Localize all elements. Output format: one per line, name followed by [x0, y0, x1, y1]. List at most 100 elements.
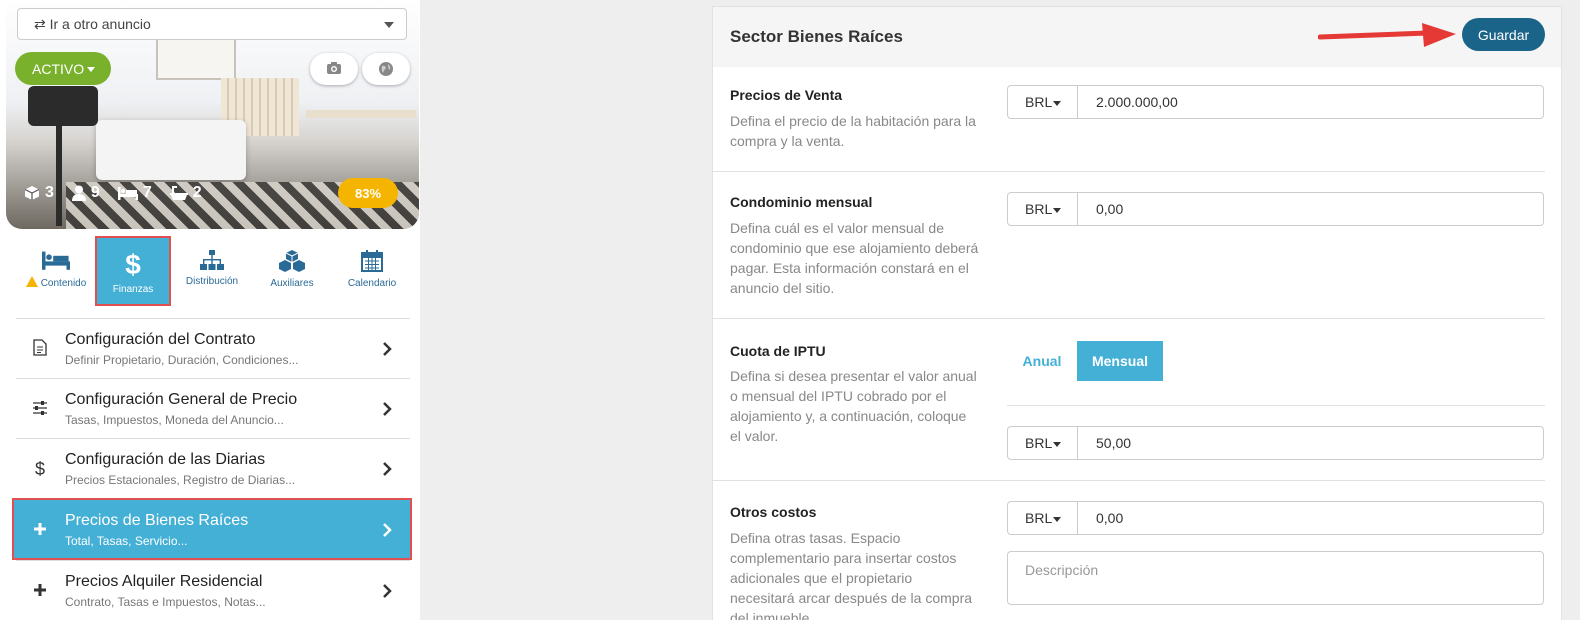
tab-calendario-label: Calendario	[347, 278, 397, 289]
tab-calendario[interactable]: Calendario	[334, 238, 410, 304]
menu-item-alquiler[interactable]: Precios Alquiler Residencial Contrato, T…	[16, 560, 410, 620]
condo-desc: Defina cuál es el valor mensual de condo…	[730, 220, 979, 296]
currency-label: BRL	[1025, 94, 1053, 110]
currency-dropdown[interactable]: BRL	[1008, 427, 1078, 459]
iptu-monthly-toggle[interactable]: Mensual	[1077, 341, 1163, 381]
sale-price-input-group: BRL 2.000.000,00	[1007, 85, 1544, 119]
desk	[306, 110, 416, 118]
svg-text:$: $	[125, 250, 141, 278]
caret-down-icon	[1053, 442, 1061, 447]
save-button[interactable]: Guardar	[1462, 18, 1545, 51]
menu-item-subtitle: Total, Tasas, Servicio...	[65, 534, 188, 548]
camera	[28, 86, 98, 126]
panel-header: Sector Bienes Raíces Guardar	[713, 7, 1561, 67]
baths-value: 2	[192, 184, 202, 201]
menu-item-subtitle: Tasas, Impuestos, Moneda del Anuncio...	[65, 413, 284, 427]
caret-down-icon	[1053, 101, 1061, 106]
divider	[713, 480, 1545, 481]
menu-item-title: Configuración General de Precio	[65, 391, 298, 408]
photos-button[interactable]	[310, 53, 358, 85]
listing-stats: 3 9 7 2	[24, 184, 202, 202]
chevron-right-icon	[383, 523, 392, 537]
other-costs-input[interactable]: 0,00	[1096, 510, 1123, 526]
tab-contenido-label: Contenido	[18, 276, 94, 289]
description-placeholder: Descripción	[1025, 562, 1099, 578]
status-label: ACTIVO	[32, 61, 85, 77]
iptu-title: Cuota de IPTU	[730, 343, 826, 359]
tab-auxiliares[interactable]: Auxiliares	[254, 238, 330, 304]
iptu-annual-toggle[interactable]: Anual	[1009, 341, 1075, 381]
sale-price-input[interactable]: 2.000.000,00	[1096, 94, 1178, 110]
completion-badge: 83%	[338, 178, 398, 208]
bed-icon	[42, 251, 70, 270]
beds-value: 7	[142, 184, 152, 201]
menu-item-title: Configuración de las Diarias	[65, 451, 266, 468]
calendar-icon	[361, 250, 383, 272]
bathtub-icon	[169, 186, 188, 200]
status-dropdown[interactable]: ACTIVO	[15, 52, 111, 85]
iptu-input[interactable]: 50,00	[1096, 435, 1131, 451]
goto-listing-select[interactable]: ⇄ Ir a otro anuncio	[17, 8, 407, 40]
tab-contenido[interactable]: Contenido	[18, 238, 94, 304]
plus-icon	[30, 520, 50, 540]
cubes-icon	[279, 250, 305, 272]
currency-label: BRL	[1025, 435, 1053, 451]
currency-dropdown[interactable]: BRL	[1008, 193, 1078, 225]
website-button[interactable]	[362, 53, 410, 85]
condo-input-group: BRL 0,00	[1007, 192, 1544, 226]
chevron-right-icon	[383, 402, 392, 416]
menu-item-title: Precios Alquiler Residencial	[65, 573, 263, 590]
tab-auxiliares-label: Auxiliares	[270, 278, 314, 289]
arrow-annotation-icon	[1318, 23, 1456, 47]
currency-dropdown[interactable]: BRL	[1008, 86, 1078, 118]
tab-finanzas[interactable]: $ Finanzas	[95, 236, 171, 306]
tab-contenido-text: Contenido	[40, 278, 87, 289]
dollar-icon: $	[125, 250, 141, 278]
tab-distribucion-label: Distribución	[185, 276, 239, 287]
sliders-icon	[30, 399, 50, 419]
menu-item-title: Precios de Bienes Raíces	[65, 512, 249, 529]
caret-down-icon	[1053, 208, 1061, 213]
bed-icon	[117, 187, 138, 200]
camera-icon	[327, 62, 341, 74]
user-icon	[71, 185, 86, 201]
dollar-icon: $	[34, 459, 45, 479]
iptu-input-group: BRL 50,00	[1007, 426, 1544, 460]
sitemap-icon	[200, 250, 224, 270]
units-value: 3	[45, 184, 54, 201]
menu-item-diarias[interactable]: $ Configuración de las Diarias Precios E…	[16, 438, 410, 498]
other-costs-description[interactable]: Descripción	[1007, 551, 1544, 605]
currency-dropdown[interactable]: BRL	[1008, 502, 1078, 534]
menu-item-subtitle: Definir Propietario, Duración, Condicion…	[65, 353, 299, 367]
menu-item-bienes-raices[interactable]: Precios de Bienes Raíces Total, Tasas, S…	[12, 498, 412, 560]
caret-down-icon	[1053, 517, 1061, 522]
warning-icon	[25, 276, 38, 287]
bed	[96, 120, 246, 180]
iptu-desc: Defina si desea presentar el valor anual…	[730, 368, 977, 444]
other-costs-input-group: BRL 0,00	[1007, 501, 1544, 535]
globe-icon	[379, 62, 393, 76]
guests-value: 9	[90, 184, 100, 201]
sale-price-title: Precios de Venta	[730, 87, 843, 103]
currency-label: BRL	[1025, 201, 1053, 217]
document-icon	[30, 339, 50, 359]
plus-icon	[30, 581, 50, 601]
tab-finanzas-label: Finanzas	[112, 284, 154, 295]
condo-input[interactable]: 0,00	[1096, 201, 1123, 217]
cube-icon	[24, 186, 40, 200]
tab-distribucion[interactable]: Distribución	[174, 238, 250, 304]
currency-label: BRL	[1025, 510, 1053, 526]
guests-stat: 9	[71, 184, 100, 202]
panel-title: Sector Bienes Raíces	[730, 27, 903, 46]
condo-title: Condominio mensual	[730, 194, 873, 210]
listing-sidebar: ⇄ Ir a otro anuncio ACTIVO 3 9 7 2 83% C…	[0, 0, 420, 620]
menu-item-contrato[interactable]: Configuración del Contrato Definir Propi…	[16, 318, 410, 378]
chevron-right-icon	[383, 342, 392, 356]
real-estate-panel: Sector Bienes Raíces Guardar Precios de …	[712, 6, 1562, 620]
other-costs-desc: Defina otras tasas. Espacio complementar…	[730, 530, 973, 620]
divider	[713, 318, 1545, 319]
goto-listing-label: ⇄ Ir a otro anuncio	[34, 16, 151, 32]
other-costs-title: Otros costos	[730, 504, 817, 520]
menu-item-subtitle: Precios Estacionales, Registro de Diaria…	[65, 473, 296, 487]
menu-item-precio-general[interactable]: Configuración General de Precio Tasas, I…	[16, 378, 410, 438]
